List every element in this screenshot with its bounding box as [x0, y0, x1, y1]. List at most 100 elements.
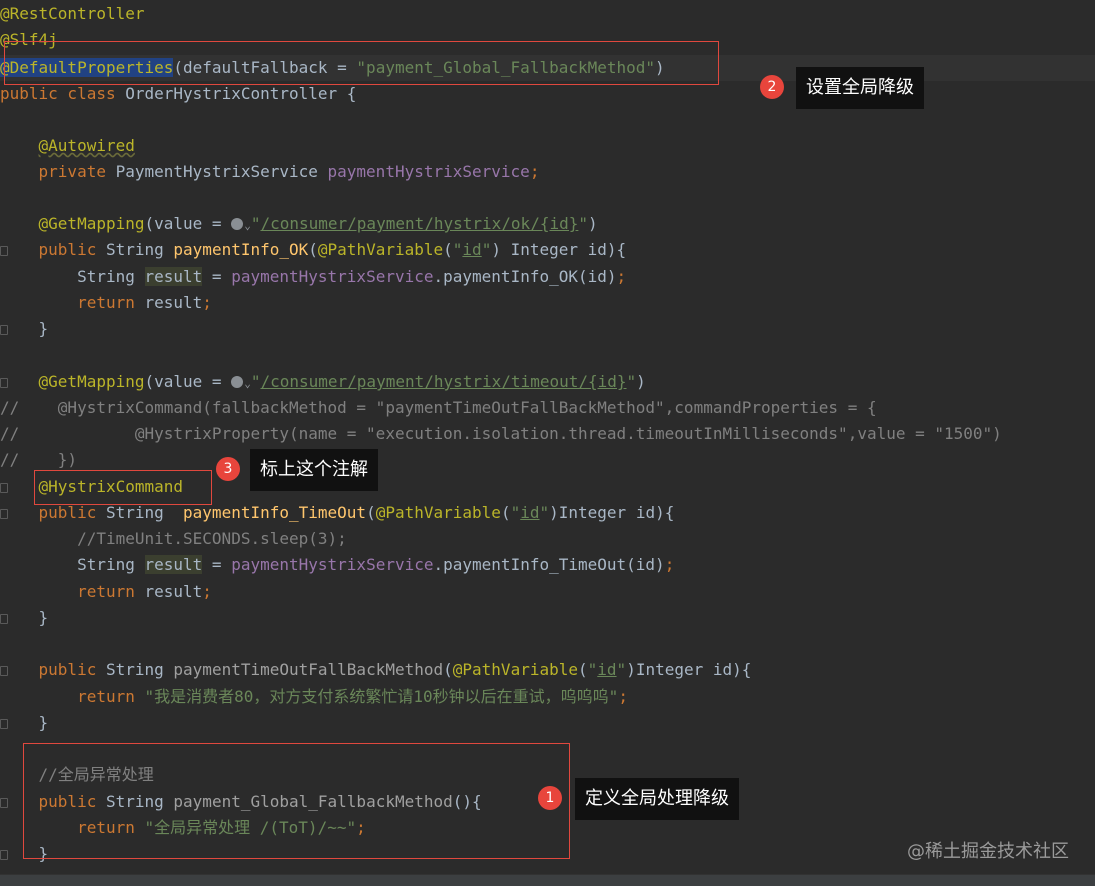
- code-line-17[interactable]: // @HystrixProperty(name = "execution.is…: [0, 421, 1002, 447]
- callout-badge-3: 3: [216, 457, 240, 481]
- type-name: String: [105, 660, 174, 679]
- code-token: (: [500, 503, 511, 522]
- code-line-12[interactable]: return result;: [0, 290, 212, 316]
- semicolon: ;: [616, 267, 627, 286]
- quote: ": [587, 660, 598, 679]
- fold-marker-icon[interactable]: [0, 378, 8, 388]
- fold-marker-icon[interactable]: [0, 483, 8, 493]
- fold-marker-icon[interactable]: [0, 798, 8, 808]
- url-path-link[interactable]: /consumer/payment/hystrix/ok/{id}: [260, 214, 578, 233]
- code-token: ): [588, 214, 598, 233]
- chevron-down-icon[interactable]: ⌄: [244, 377, 251, 390]
- code-token: =: [202, 267, 232, 286]
- semicolon: ;: [664, 555, 675, 574]
- code-token: )Integer id){: [626, 660, 752, 679]
- code-token: (: [443, 240, 453, 259]
- method-name: paymentTimeOutFallBackMethod: [173, 660, 444, 679]
- keyword: return: [77, 582, 145, 601]
- quote: ": [539, 503, 550, 522]
- annotation-autowired: @Autowired: [38, 136, 135, 155]
- code-line-6[interactable]: @Autowired: [0, 133, 135, 159]
- fold-marker-icon[interactable]: [0, 325, 8, 335]
- class-declaration: OrderHystrixController {: [125, 84, 357, 103]
- path-variable-id: id: [462, 240, 482, 259]
- fold-marker-icon[interactable]: [0, 246, 8, 256]
- semicolon: ;: [529, 162, 540, 181]
- line-comment: // }): [0, 450, 78, 469]
- field-name: paymentHystrixService: [231, 555, 434, 574]
- fold-marker-icon[interactable]: [0, 719, 8, 729]
- code-token: (: [308, 240, 318, 259]
- keyword: public class: [0, 84, 126, 103]
- quote: ": [510, 503, 521, 522]
- code-token: ) Integer id){: [491, 240, 627, 259]
- annotation-get-mapping: @GetMapping: [38, 214, 145, 233]
- fold-marker-icon[interactable]: [0, 509, 8, 519]
- keyword: public: [38, 660, 106, 679]
- code-line-26[interactable]: public String paymentTimeOutFallBackMeth…: [0, 657, 752, 683]
- line-comment: // @HystrixProperty(name = "execution.is…: [0, 424, 1002, 443]
- keyword: private: [38, 162, 116, 181]
- code-line-15[interactable]: @GetMapping(value = ⌄ "/consumer/payment/…: [0, 369, 646, 395]
- code-token: ): [636, 372, 646, 391]
- path-variable-id: id: [597, 660, 617, 679]
- keyword: return: [77, 687, 145, 706]
- quote: ": [626, 372, 637, 391]
- annotation-path-variable: @PathVariable: [317, 240, 444, 259]
- type-name: String: [77, 555, 145, 574]
- code-token: =: [202, 555, 232, 574]
- callout-badge-1: 1: [538, 786, 562, 810]
- code-line-11[interactable]: String result = paymentHystrixService.pa…: [0, 264, 626, 290]
- web-globe-icon[interactable]: [231, 218, 244, 230]
- code-line-7[interactable]: private PaymentHystrixService paymentHys…: [0, 159, 540, 185]
- code-line-21[interactable]: //TimeUnit.SECONDS.sleep(3);: [0, 526, 347, 552]
- fold-marker-icon[interactable]: [0, 614, 8, 624]
- annotation-path-variable: @PathVariable: [375, 503, 501, 522]
- method-call: .paymentInfo_TimeOut(id): [433, 555, 665, 574]
- status-bar: [0, 874, 1095, 886]
- type-name: String: [77, 267, 145, 286]
- line-comment: // @HystrixCommand(fallbackMethod = "pay…: [0, 398, 877, 417]
- code-token: (value =: [144, 214, 232, 233]
- code-line-9[interactable]: @GetMapping(value = ⌄ "/consumer/payment/…: [0, 211, 598, 237]
- code-line-22[interactable]: String result = paymentHystrixService.pa…: [0, 552, 674, 578]
- web-globe-icon[interactable]: [231, 376, 244, 388]
- code-line-16[interactable]: // @HystrixCommand(fallbackMethod = "pay…: [0, 395, 877, 421]
- chevron-down-icon[interactable]: ⌄: [244, 219, 251, 232]
- code-token: (: [578, 660, 588, 679]
- keyword: public: [38, 240, 106, 259]
- fold-marker-icon[interactable]: [0, 850, 8, 860]
- code-line-10[interactable]: public String paymentInfo_OK(@PathVariab…: [0, 237, 627, 263]
- url-path-link[interactable]: /consumer/payment/hystrix/timeout/{id}: [260, 372, 626, 391]
- string-literal: "我是消费者80，对方支付系统繁忙请10秒钟以后在重试，呜呜呜": [144, 687, 619, 706]
- highlight-box-default-properties: [4, 41, 719, 85]
- type-name: String: [105, 503, 184, 522]
- code-token: (: [443, 660, 453, 679]
- closing-brace: }: [38, 319, 49, 338]
- semicolon: ;: [202, 582, 212, 601]
- code-line-23[interactable]: return result;: [0, 579, 212, 605]
- code-token: result: [144, 293, 203, 312]
- code-line-27[interactable]: return "我是消费者80，对方支付系统繁忙请10秒钟以后在重试，呜呜呜";: [0, 684, 628, 710]
- fold-marker-icon[interactable]: [0, 666, 8, 676]
- method-call: .paymentInfo_OK(id): [433, 267, 617, 286]
- keyword: return: [77, 293, 145, 312]
- method-name: paymentInfo_TimeOut: [183, 503, 367, 522]
- keyword: public: [38, 503, 106, 522]
- field-name: paymentHystrixService: [327, 162, 530, 181]
- quote: ": [481, 240, 492, 259]
- code-token: )Integer id){: [549, 503, 675, 522]
- path-variable-id: id: [520, 503, 540, 522]
- closing-brace: }: [38, 608, 49, 627]
- method-name: paymentInfo_OK: [173, 240, 309, 259]
- code-token: (value =: [144, 372, 232, 391]
- semicolon: ;: [202, 293, 212, 312]
- code-line-1[interactable]: @RestController: [0, 1, 145, 27]
- code-token: result: [144, 582, 203, 601]
